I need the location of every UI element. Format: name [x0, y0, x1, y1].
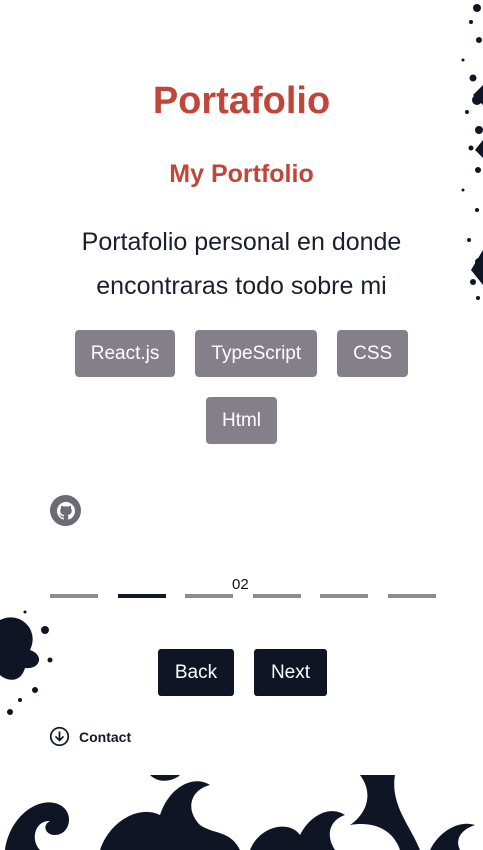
page-number: 02 — [232, 576, 249, 593]
progress-segment[interactable] — [50, 594, 98, 598]
description-text: Portafolio personal en donde encontraras… — [81, 228, 402, 300]
tech-tags: React.js TypeScript CSS Html — [60, 330, 423, 444]
arrow-down-circle-icon — [49, 726, 70, 747]
tag-css: CSS — [337, 330, 409, 377]
progress-segment-active[interactable] — [118, 594, 166, 598]
github-icon — [56, 501, 75, 520]
progress-segment[interactable] — [388, 594, 436, 598]
page-title: Portafolio — [152, 80, 331, 122]
ornament-decoration — [5, 775, 475, 850]
progress-segment[interactable] — [253, 594, 301, 598]
contact-label: Contact — [79, 728, 132, 745]
tag-react: React.js — [74, 330, 176, 377]
contact-link[interactable]: Contact — [49, 726, 131, 747]
ink-splatter-decoration — [0, 610, 53, 715]
github-link[interactable] — [50, 495, 81, 526]
slide-progress — [50, 594, 436, 599]
back-button[interactable]: Back — [158, 649, 234, 696]
progress-segment[interactable] — [320, 594, 368, 598]
tag-html: Html — [205, 397, 278, 444]
next-button[interactable]: Next — [254, 649, 327, 696]
portfolio-page: Portafolio My Portfolio Portafolio perso… — [0, 0, 483, 850]
page-subtitle: My Portfolio — [169, 160, 314, 188]
tag-typescript: TypeScript — [195, 330, 318, 377]
progress-segment[interactable] — [185, 594, 233, 598]
